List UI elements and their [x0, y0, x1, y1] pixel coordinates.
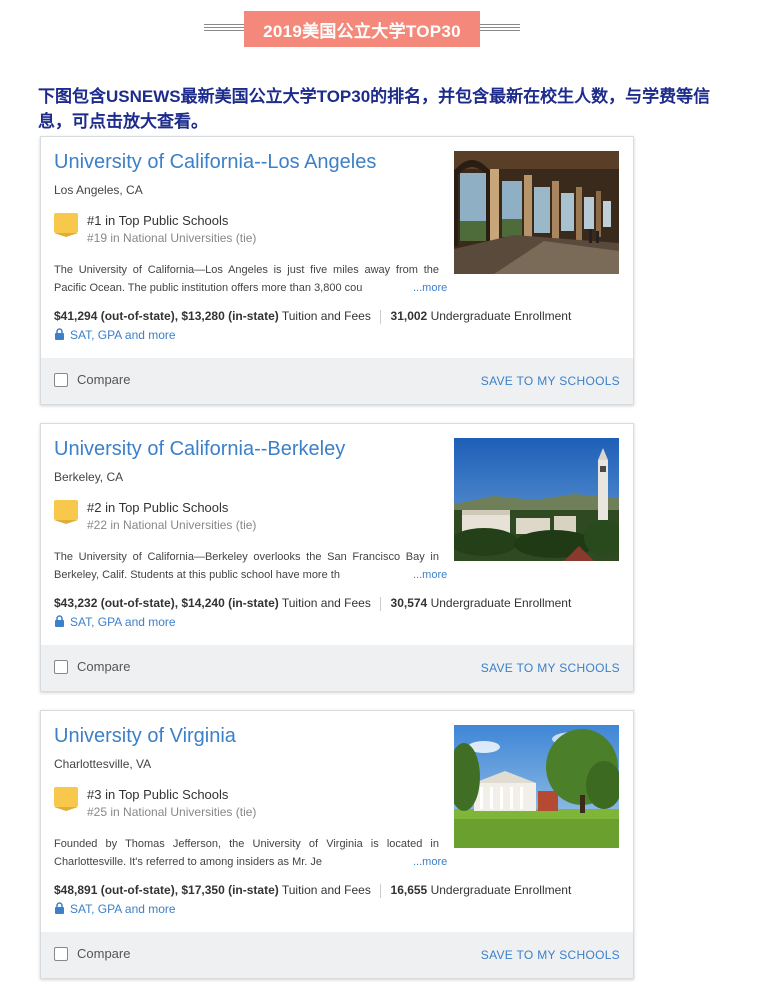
rank-primary: #2 in Top Public Schools: [87, 500, 229, 515]
school-location: Charlottesville, VA: [54, 757, 152, 771]
compare-label[interactable]: Compare: [77, 946, 130, 961]
save-to-my-schools-button[interactable]: SAVE TO MY SCHOOLS: [481, 374, 620, 388]
card-footer: Compare SAVE TO MY SCHOOLS: [41, 358, 633, 404]
school-description: Founded by Thomas Jefferson, the Univers…: [54, 838, 439, 868]
school-location: Los Angeles, CA: [54, 183, 143, 197]
compare-checkbox[interactable]: [54, 660, 68, 674]
school-name-link[interactable]: University of Virginia: [54, 725, 236, 748]
enrollment-value: 30,574: [390, 596, 428, 610]
enrollment-value: 31,002: [390, 309, 428, 323]
school-description: The University of California—Los Angeles…: [54, 264, 439, 294]
divider: [380, 596, 382, 611]
compare-checkbox[interactable]: [54, 373, 68, 387]
rank-badge-icon: [54, 500, 78, 524]
compare-label[interactable]: Compare: [77, 372, 130, 387]
sat-gpa-link[interactable]: SAT, GPA and more: [54, 328, 176, 342]
rank-primary: #3 in Top Public Schools: [87, 787, 229, 802]
page-title: 2019美国公立大学TOP30: [244, 11, 480, 47]
card-footer: Compare SAVE TO MY SCHOOLS: [41, 645, 633, 691]
berkeley-campus-photo: [454, 438, 619, 561]
card-footer: Compare SAVE TO MY SCHOOLS: [41, 932, 633, 978]
tuition-enrollment-row: $43,232 (out-of-state), $14,240 (in-stat…: [54, 596, 571, 611]
school-card: University of California--Berkeley Berke…: [40, 423, 634, 692]
intro-text: 下图包含USNEWS最新美国公立大学TOP30的排名，并包含最新在校生人数，与学…: [38, 87, 711, 131]
enrollment-label: Undergraduate Enrollment: [430, 883, 572, 897]
rank-badge-icon: [54, 787, 78, 811]
sat-gpa-link[interactable]: SAT, GPA and more: [54, 615, 176, 629]
title-divider-left: [204, 24, 244, 34]
school-description: The University of California—Berkeley ov…: [54, 551, 439, 581]
lock-icon: [55, 902, 64, 914]
school-card: University of Virginia Charlottesville, …: [40, 710, 634, 979]
save-to-my-schools-button[interactable]: SAVE TO MY SCHOOLS: [481, 948, 620, 962]
enrollment-label: Undergraduate Enrollment: [430, 596, 572, 610]
rank-secondary: #19 in National Universities (tie): [87, 231, 257, 245]
ucla-arcade-photo: [454, 151, 619, 274]
compare-label[interactable]: Compare: [77, 659, 130, 674]
tuition-value: $48,891 (out-of-state), $17,350 (in-stat…: [54, 883, 279, 897]
page-title-banner: 2019美国公立大学TOP30: [0, 11, 759, 47]
read-more-link[interactable]: ...more: [401, 853, 448, 871]
tuition-value: $43,232 (out-of-state), $14,240 (in-stat…: [54, 596, 279, 610]
tuition-label: Tuition and Fees: [281, 883, 371, 897]
divider: [380, 883, 382, 898]
sat-gpa-link[interactable]: SAT, GPA and more: [54, 902, 176, 916]
sat-gpa-label: SAT, GPA and more: [70, 328, 176, 342]
title-divider-right: [480, 24, 520, 34]
tuition-enrollment-row: $41,294 (out-of-state), $13,280 (in-stat…: [54, 309, 571, 324]
tuition-value: $41,294 (out-of-state), $13,280 (in-stat…: [54, 309, 279, 323]
school-name-link[interactable]: University of California--Berkeley: [54, 438, 345, 461]
school-location: Berkeley, CA: [54, 470, 124, 484]
enrollment-value: 16,655: [390, 883, 428, 897]
school-name-link[interactable]: University of California--Los Angeles: [54, 151, 376, 174]
sat-gpa-label: SAT, GPA and more: [70, 615, 176, 629]
uva-lawn-photo: [454, 725, 619, 848]
tuition-label: Tuition and Fees: [281, 596, 371, 610]
divider: [380, 309, 382, 324]
tuition-label: Tuition and Fees: [281, 309, 371, 323]
school-card: University of California--Los Angeles Lo…: [40, 136, 634, 405]
compare-checkbox[interactable]: [54, 947, 68, 961]
rank-primary: #1 in Top Public Schools: [87, 213, 229, 228]
rank-badge-icon: [54, 213, 78, 237]
read-more-link[interactable]: ...more: [401, 566, 448, 584]
sat-gpa-label: SAT, GPA and more: [70, 902, 176, 916]
rank-secondary: #25 in National Universities (tie): [87, 805, 257, 819]
enrollment-label: Undergraduate Enrollment: [430, 309, 572, 323]
save-to-my-schools-button[interactable]: SAVE TO MY SCHOOLS: [481, 661, 620, 675]
tuition-enrollment-row: $48,891 (out-of-state), $17,350 (in-stat…: [54, 883, 571, 898]
lock-icon: [55, 615, 64, 627]
rank-secondary: #22 in National Universities (tie): [87, 518, 257, 532]
read-more-link[interactable]: ...more: [401, 279, 448, 297]
lock-icon: [55, 328, 64, 340]
